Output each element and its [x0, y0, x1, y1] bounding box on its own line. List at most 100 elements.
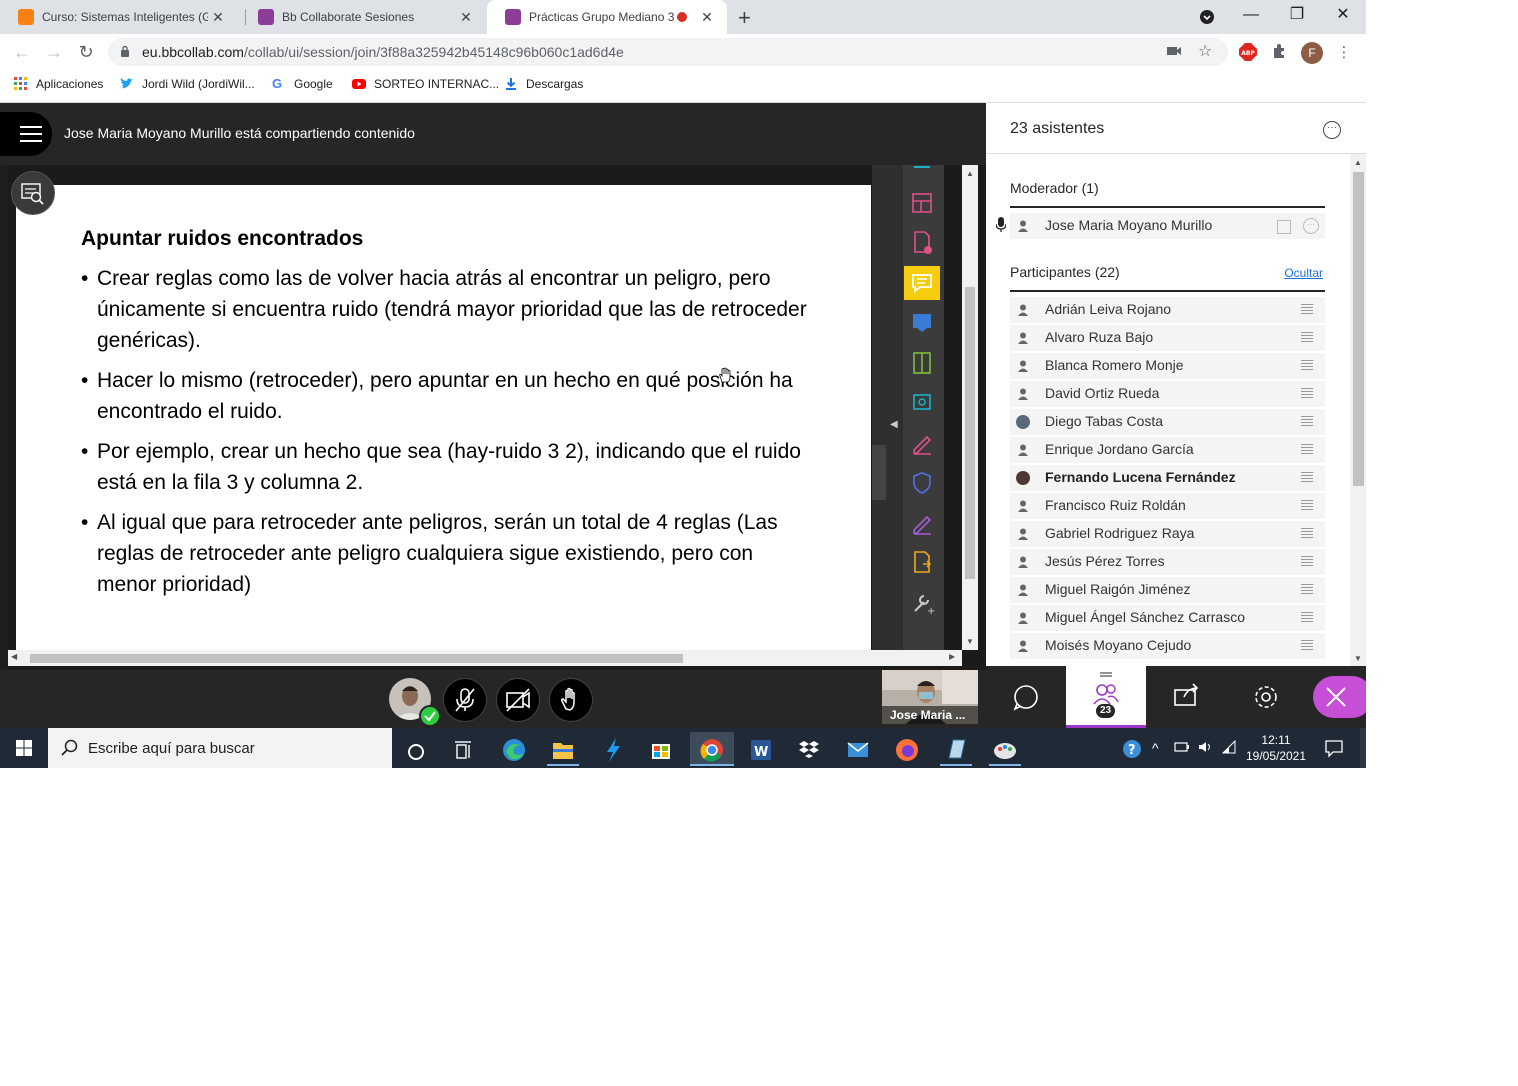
scroll-up-arrow-icon[interactable]: ▲: [966, 169, 974, 178]
scroll-thumb[interactable]: [965, 287, 975, 579]
vscode-icon[interactable]: [596, 732, 628, 764]
settings-nav-button[interactable]: [1226, 666, 1306, 728]
bookmark-google[interactable]: G Google: [272, 77, 333, 92]
chrome-icon[interactable]: [690, 732, 734, 766]
taskbar-clock[interactable]: 12:11 19/05/2021: [1236, 732, 1316, 764]
close-window-button[interactable]: ✕: [1320, 0, 1366, 34]
session-menu-button[interactable]: [0, 112, 52, 156]
forward-button[interactable]: →: [42, 40, 66, 64]
participant-row[interactable]: Alvaro Ruza Bajo: [1010, 325, 1325, 351]
tutor-tool-icon[interactable]: [904, 386, 940, 420]
more-options-icon[interactable]: ···: [1323, 121, 1341, 139]
notepad-app-icon[interactable]: [940, 732, 972, 766]
camera-off-button[interactable]: [496, 678, 540, 722]
participant-row[interactable]: Miguel Ángel Sánchez Carrasco: [1010, 605, 1325, 631]
list-view-icon[interactable]: [1301, 556, 1313, 568]
paint-app-icon[interactable]: [989, 732, 1021, 766]
profile-avatar[interactable]: F: [1301, 42, 1323, 64]
list-view-icon[interactable]: [1301, 472, 1313, 484]
address-bar[interactable]: eu.bbcollab.com/collab/ui/session/join/3…: [108, 38, 1228, 66]
list-view-icon[interactable]: [1301, 388, 1313, 400]
notification-center-icon[interactable]: [1324, 738, 1344, 761]
participant-row[interactable]: Moisés Moyano Cejudo: [1010, 633, 1325, 659]
content-vertical-scrollbar[interactable]: ▲ ▼: [962, 165, 978, 650]
settings-tool-icon[interactable]: +: [904, 586, 940, 620]
presenter-video-thumbnail[interactable]: Jose Maria ...: [882, 670, 978, 724]
edit-tool-icon[interactable]: [904, 506, 940, 540]
tab-search-icon[interactable]: [1184, 0, 1230, 34]
chrome-menu-icon[interactable]: ⋮: [1334, 43, 1354, 63]
scroll-left-arrow-icon[interactable]: ◀: [11, 652, 17, 661]
list-view-icon[interactable]: [1301, 416, 1313, 428]
scroll-right-arrow-icon[interactable]: ▶: [949, 652, 955, 661]
forum-tool-icon[interactable]: [904, 266, 940, 300]
cortana-icon[interactable]: [400, 732, 432, 764]
microphone-off-button[interactable]: [443, 678, 487, 722]
inner-scroll-thumb[interactable]: [872, 445, 886, 500]
raise-hand-button[interactable]: [549, 678, 593, 722]
tab-collaborate-sesiones[interactable]: Bb Collaborate Sesiones ✕: [240, 0, 486, 34]
adblock-extension-icon[interactable]: ABP: [1238, 43, 1258, 63]
list-view-icon[interactable]: [1301, 500, 1313, 512]
task-view-icon[interactable]: [448, 732, 480, 764]
chat-nav-button[interactable]: [986, 666, 1066, 728]
share-content-nav-button[interactable]: [1146, 666, 1226, 728]
list-view-icon[interactable]: [1277, 220, 1291, 234]
assignment-tool-icon[interactable]: [904, 546, 940, 580]
bookmark-star-icon[interactable]: ☆: [1198, 41, 1212, 61]
scroll-up-arrow-icon[interactable]: ▲: [1354, 158, 1362, 167]
list-view-icon[interactable]: [1301, 640, 1313, 652]
word-icon[interactable]: W: [744, 732, 776, 764]
participant-row[interactable]: Francisco Ruiz Roldán: [1010, 493, 1325, 519]
tool-top-icon[interactable]: [904, 165, 940, 179]
list-view-icon[interactable]: [1301, 444, 1313, 456]
scroll-thumb[interactable]: [30, 654, 683, 663]
bookmark-descargas[interactable]: Descargas: [504, 77, 583, 91]
bookmark-apps[interactable]: Aplicaciones: [14, 77, 103, 91]
volume-icon[interactable]: [1198, 740, 1214, 757]
book-tool-icon[interactable]: [904, 346, 940, 380]
zoom-view-button[interactable]: [11, 171, 55, 215]
scroll-down-arrow-icon[interactable]: ▼: [966, 637, 974, 646]
participant-row[interactable]: Enrique Jordano García: [1010, 437, 1325, 463]
list-view-icon[interactable]: [1301, 584, 1313, 596]
participant-row[interactable]: Gabriel Rodriguez Raya: [1010, 521, 1325, 547]
scroll-thumb[interactable]: [1353, 172, 1364, 486]
list-view-icon[interactable]: [1301, 304, 1313, 316]
firefox-icon[interactable]: [891, 732, 923, 764]
close-tab-icon[interactable]: ✕: [456, 9, 476, 26]
add-file-tool-icon[interactable]: [904, 226, 940, 260]
extensions-puzzle-icon[interactable]: [1270, 43, 1290, 63]
attendees-nav-button[interactable]: 23: [1066, 666, 1146, 728]
minimize-button[interactable]: —: [1228, 0, 1274, 34]
list-view-icon[interactable]: [1301, 332, 1313, 344]
collapse-arrow-icon[interactable]: ◀: [890, 419, 898, 430]
participant-row[interactable]: Blanca Romero Monje: [1010, 353, 1325, 379]
bookmark-twitter[interactable]: Jordi Wild (JordiWil...: [120, 77, 255, 91]
new-tab-button[interactable]: +: [738, 5, 751, 31]
tab-moodle[interactable]: Curso: Sistemas Inteligentes (GIIN ✕: [0, 0, 238, 34]
participant-row[interactable]: Jesús Pérez Torres: [1010, 549, 1325, 575]
shield-tool-icon[interactable]: [904, 466, 940, 500]
participant-row[interactable]: Miguel Raigón Jiménez: [1010, 577, 1325, 603]
close-panel-button[interactable]: [1313, 676, 1366, 718]
list-view-icon[interactable]: [1301, 612, 1313, 624]
start-button[interactable]: [0, 728, 48, 768]
help-icon[interactable]: ?: [1121, 738, 1143, 763]
participant-row[interactable]: Diego Tabas Costa: [1010, 409, 1325, 435]
file-explorer-icon[interactable]: [547, 732, 579, 766]
row-options-icon[interactable]: ···: [1303, 218, 1319, 234]
battery-icon[interactable]: [1174, 740, 1190, 757]
camera-icon[interactable]: [1166, 44, 1182, 63]
close-tab-icon[interactable]: ✕: [208, 9, 228, 26]
taskbar-search-box[interactable]: Escribe aquí para buscar: [48, 728, 392, 768]
participant-row[interactable]: David Ortiz Rueda: [1010, 381, 1325, 407]
panel-scrollbar[interactable]: ▲ ▼: [1350, 154, 1366, 666]
participant-row[interactable]: Fernando Lucena Fernández: [1010, 465, 1325, 491]
edge-icon[interactable]: [498, 732, 530, 764]
mail-icon[interactable]: [842, 732, 874, 764]
list-view-icon[interactable]: [1301, 528, 1313, 540]
tab-practicas[interactable]: Prácticas Grupo Mediano 3 - ✕: [487, 0, 727, 34]
hide-participants-link[interactable]: Ocultar: [1284, 266, 1323, 280]
show-desktop-button[interactable]: [1360, 728, 1366, 768]
